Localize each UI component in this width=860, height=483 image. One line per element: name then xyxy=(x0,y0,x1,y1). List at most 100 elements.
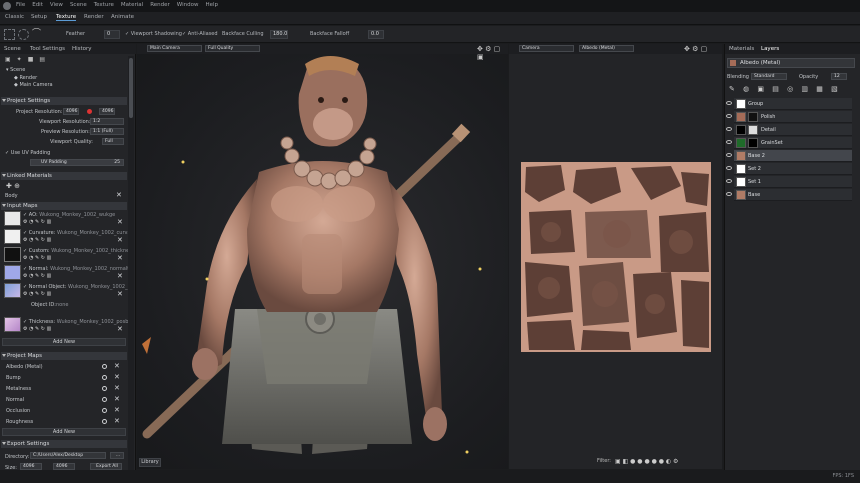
project-map-occlusion[interactable]: Occlusion xyxy=(6,408,30,414)
layer-polish-visibility-icon[interactable] xyxy=(726,114,732,118)
occlusion-remove-icon[interactable]: ✕ xyxy=(114,407,120,414)
tab-tool-settings[interactable]: Tool Settings xyxy=(30,46,65,52)
tab-history[interactable]: History xyxy=(72,46,92,52)
menu-view[interactable]: View xyxy=(50,2,63,8)
ellipse-select-icon[interactable] xyxy=(18,29,29,40)
normal-map[interactable]: ✓ Normal: Wukong_Monkey_1002_normalt xyxy=(23,266,129,272)
menu-material[interactable]: Material xyxy=(121,2,143,8)
bump-remove-icon[interactable]: ✕ xyxy=(114,374,120,381)
anti-aliased-toggle[interactable]: ✓ Anti-Aliased xyxy=(182,31,218,37)
lock-icon[interactable] xyxy=(87,109,92,114)
input-maps-header[interactable]: Input Maps xyxy=(1,202,127,210)
viewport-shadowing-toggle[interactable]: ✓ Viewport Shadowing xyxy=(125,31,182,37)
menu-help[interactable]: Help xyxy=(205,2,218,8)
backface-culling-field[interactable]: 180.0 xyxy=(270,30,288,39)
thickness-remove-icon[interactable]: ✕ xyxy=(117,326,123,333)
thickness-settings-icon[interactable]: ⚙ xyxy=(23,326,27,332)
library-tab[interactable]: Library xyxy=(139,458,161,467)
viewport-quality-select[interactable]: Full xyxy=(102,138,124,145)
curvature-map[interactable]: ✓ Curvature: Wukong_Monkey_1002_curva xyxy=(23,230,131,236)
layer-set-1-visibility-icon[interactable] xyxy=(726,179,732,183)
tree-item-render[interactable]: ◆ Render xyxy=(14,75,37,81)
tab-animate[interactable]: Animate xyxy=(111,14,134,20)
layer-set-2-visibility-icon[interactable] xyxy=(726,166,732,170)
tab-layers[interactable]: Layers xyxy=(761,46,779,52)
3d-viewport[interactable]: Main Camera Full Quality ✥ ⚙ ▢ ▣ Library xyxy=(137,44,508,469)
layer-base-2[interactable]: Base 2 xyxy=(726,150,852,162)
preview-resolution-select[interactable]: 1:1 (Full) xyxy=(90,128,124,135)
curvature-remove-icon[interactable]: ✕ xyxy=(117,237,123,244)
add-object-icon[interactable]: ▣ xyxy=(5,56,11,64)
directory-field[interactable]: C:/Users/Alex/Desktop xyxy=(30,452,106,459)
feather-field[interactable]: 0 xyxy=(104,30,120,39)
normal-settings-icon[interactable] xyxy=(102,397,107,402)
layer-grainset[interactable]: GrainSet xyxy=(726,137,852,149)
tab-classic[interactable]: Classic xyxy=(5,14,24,20)
backface-falloff-field[interactable]: 0.0 xyxy=(368,30,384,39)
viewport-camera-select[interactable]: Main Camera xyxy=(147,45,202,52)
roughness-settings-icon[interactable] xyxy=(102,419,107,424)
uv-camera-select[interactable]: Camera xyxy=(519,45,574,52)
export-all-button[interactable]: Export All xyxy=(90,463,122,470)
custom-map[interactable]: ✓ Custom: Wukong_Monkey_1002_thicknes xyxy=(23,248,132,254)
tab-render[interactable]: Render xyxy=(84,14,104,20)
custom-remove-icon[interactable]: ✕ xyxy=(117,255,123,262)
curvature-settings-icon[interactable]: ⚙ xyxy=(23,237,27,243)
add-group-icon[interactable]: ▤ xyxy=(39,56,45,64)
project-map-albedo[interactable]: Albedo (Metal) xyxy=(6,364,43,370)
normal-object-remove-icon[interactable]: ✕ xyxy=(117,291,123,298)
project-map-bump[interactable]: Bump xyxy=(6,375,21,381)
size-width-field[interactable]: 4096 xyxy=(20,463,42,470)
use-uv-padding-checkbox[interactable]: ✓ Use UV Padding xyxy=(5,150,50,156)
project-resolution-height[interactable]: 4096 xyxy=(99,108,115,115)
uv-channel-select[interactable]: Albedo (Metal) xyxy=(579,45,634,52)
occlusion-settings-icon[interactable] xyxy=(102,408,107,413)
layer-base-visibility-icon[interactable] xyxy=(726,192,732,196)
tab-setup[interactable]: Setup xyxy=(31,14,47,20)
uv-view[interactable]: Camera Albedo (Metal) ✥ ⚙ ▢ Filter: ▣ ◧ … xyxy=(509,44,722,469)
linked-materials-header[interactable]: Linked Materials xyxy=(1,172,127,180)
metalness-settings-icon[interactable] xyxy=(102,386,107,391)
ao-map[interactable]: ✓ AO: Wukong_Monkey_1002_wukge xyxy=(23,212,115,218)
add-input-map-button[interactable]: Add New xyxy=(2,338,126,346)
opacity-field[interactable]: 12 xyxy=(831,73,847,80)
blending-select[interactable]: Standard xyxy=(751,73,787,80)
layer-detail-visibility-icon[interactable] xyxy=(726,127,732,131)
menu-texture[interactable]: Texture xyxy=(94,2,114,8)
normal-object-settings-icon[interactable]: ⚙ xyxy=(23,291,27,297)
tab-texture[interactable]: Texture xyxy=(56,14,77,21)
menu-window[interactable]: Window xyxy=(177,2,199,8)
normal-object-map[interactable]: ✓ Normal Object: Wukong_Monkey_1002_n xyxy=(23,284,131,290)
normal-map-remove-icon[interactable]: ✕ xyxy=(114,396,120,403)
normal-remove-icon[interactable]: ✕ xyxy=(117,273,123,280)
tree-item-scene[interactable]: ▾ Scene xyxy=(6,67,25,73)
lasso-icon[interactable]: ⌒ xyxy=(32,29,43,40)
rect-select-icon[interactable] xyxy=(4,29,15,40)
viewport-quality-select[interactable]: Full Quality xyxy=(205,45,260,52)
add-camera-icon[interactable]: ■ xyxy=(28,56,34,64)
layer-group[interactable]: Group xyxy=(726,98,852,110)
menu-scene[interactable]: Scene xyxy=(70,2,87,8)
tab-materials[interactable]: Materials xyxy=(729,46,754,52)
layer-polish[interactable]: Polish xyxy=(726,111,852,123)
layer-base-2-visibility-icon[interactable] xyxy=(726,153,732,157)
normal-settings-icon[interactable]: ⚙ xyxy=(23,273,27,279)
layer-set-2[interactable]: Set 2 xyxy=(726,163,852,175)
remove-linked-material-icon[interactable]: ✕ xyxy=(116,192,122,199)
layer-base[interactable]: Base xyxy=(726,189,852,201)
layer-grainset-visibility-icon[interactable] xyxy=(726,140,732,144)
export-settings-header[interactable]: Export Settings xyxy=(1,440,127,448)
ao-remove-icon[interactable]: ✕ xyxy=(117,219,123,226)
object-id-value[interactable]: none xyxy=(56,302,68,308)
thickness-map[interactable]: ✓ Thickness: Wukong_Monkey_1002_posbs xyxy=(23,319,131,325)
tree-item-main-camera[interactable]: ◆ Main Camera xyxy=(14,82,53,88)
add-material-icon[interactable]: ✚ ⊕ xyxy=(6,182,20,190)
add-project-map-button[interactable]: Add New xyxy=(2,428,126,436)
material-select[interactable]: Albedo (Metal) xyxy=(727,58,855,68)
project-maps-header[interactable]: Project Maps xyxy=(1,352,127,360)
project-map-roughness[interactable]: Roughness xyxy=(6,419,33,425)
tab-scene[interactable]: Scene xyxy=(4,46,21,52)
left-panel-scrollbar[interactable] xyxy=(128,56,134,476)
ao-settings-icon[interactable]: ⚙ xyxy=(23,219,27,225)
layer-group-visibility-icon[interactable] xyxy=(726,101,732,105)
